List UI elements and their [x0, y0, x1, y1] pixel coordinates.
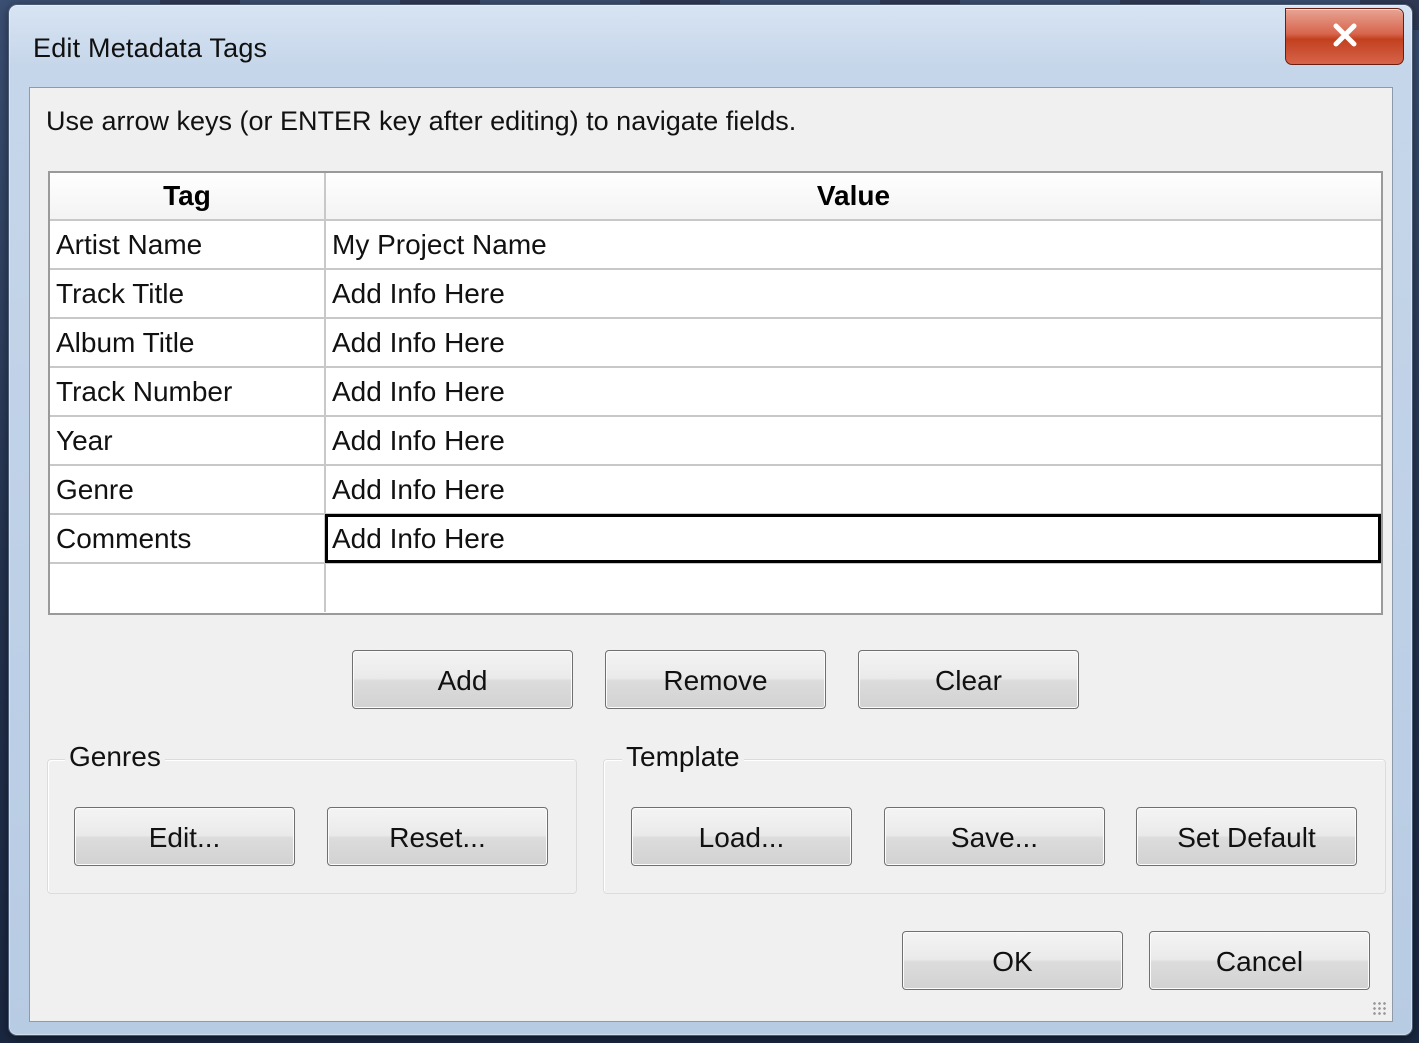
genres-edit-button[interactable]: Edit... — [74, 807, 295, 866]
clear-button[interactable]: Clear — [858, 650, 1079, 709]
title-bar[interactable]: Edit Metadata Tags — [9, 5, 1412, 83]
tag-cell[interactable]: Track Number — [50, 367, 326, 417]
tag-cell[interactable]: Artist Name — [50, 220, 326, 270]
genres-group-label: Genres — [65, 741, 165, 773]
template-save-button[interactable]: Save... — [884, 807, 1105, 866]
column-header-value[interactable]: Value — [325, 173, 1381, 221]
table-row[interactable]: Artist Name My Project Name — [50, 220, 1381, 270]
close-button[interactable] — [1285, 8, 1404, 65]
tag-cell-empty[interactable] — [50, 563, 326, 612]
table-row[interactable]: Album Title Add Info Here — [50, 318, 1381, 368]
table-row[interactable]: Track Title Add Info Here — [50, 269, 1381, 319]
template-group-label: Template — [622, 741, 744, 773]
value-cell[interactable]: Add Info Here — [325, 367, 1381, 417]
dialog-title: Edit Metadata Tags — [33, 33, 268, 63]
close-icon — [1333, 23, 1357, 47]
edit-metadata-dialog: Edit Metadata Tags Use arrow keys (or EN… — [8, 4, 1413, 1036]
value-cell[interactable]: Add Info Here — [325, 318, 1381, 368]
add-button[interactable]: Add — [352, 650, 573, 709]
table-row-empty[interactable] — [50, 563, 1381, 612]
column-header-tag[interactable]: Tag — [50, 173, 326, 221]
remove-button[interactable]: Remove — [605, 650, 826, 709]
value-cell[interactable]: My Project Name — [325, 220, 1381, 270]
template-set-default-button[interactable]: Set Default — [1136, 807, 1357, 866]
value-cell-selected[interactable]: Add Info Here — [325, 514, 1381, 564]
table-header-row: Tag Value — [50, 173, 1381, 221]
dialog-body: Use arrow keys (or ENTER key after editi… — [29, 87, 1393, 1022]
tag-cell[interactable]: Year — [50, 416, 326, 466]
tag-cell[interactable]: Comments — [50, 514, 326, 564]
value-cell-empty[interactable] — [325, 563, 1381, 612]
resize-grip-icon[interactable] — [1372, 1001, 1386, 1015]
value-cell[interactable]: Add Info Here — [325, 269, 1381, 319]
value-cell[interactable]: Add Info Here — [325, 416, 1381, 466]
genres-reset-button[interactable]: Reset... — [327, 807, 548, 866]
navigation-hint: Use arrow keys (or ENTER key after editi… — [46, 106, 797, 136]
tag-cell[interactable]: Album Title — [50, 318, 326, 368]
table-row[interactable]: Year Add Info Here — [50, 416, 1381, 466]
table-row-selected[interactable]: Comments Add Info Here — [50, 514, 1381, 564]
metadata-table: Tag Value Artist Name My Project Name Tr… — [48, 171, 1383, 615]
tag-cell[interactable]: Genre — [50, 465, 326, 515]
cancel-button[interactable]: Cancel — [1149, 931, 1370, 990]
template-load-button[interactable]: Load... — [631, 807, 852, 866]
value-cell[interactable]: Add Info Here — [325, 465, 1381, 515]
table-row[interactable]: Genre Add Info Here — [50, 465, 1381, 515]
tag-cell[interactable]: Track Title — [50, 269, 326, 319]
ok-button[interactable]: OK — [902, 931, 1123, 990]
table-row[interactable]: Track Number Add Info Here — [50, 367, 1381, 417]
